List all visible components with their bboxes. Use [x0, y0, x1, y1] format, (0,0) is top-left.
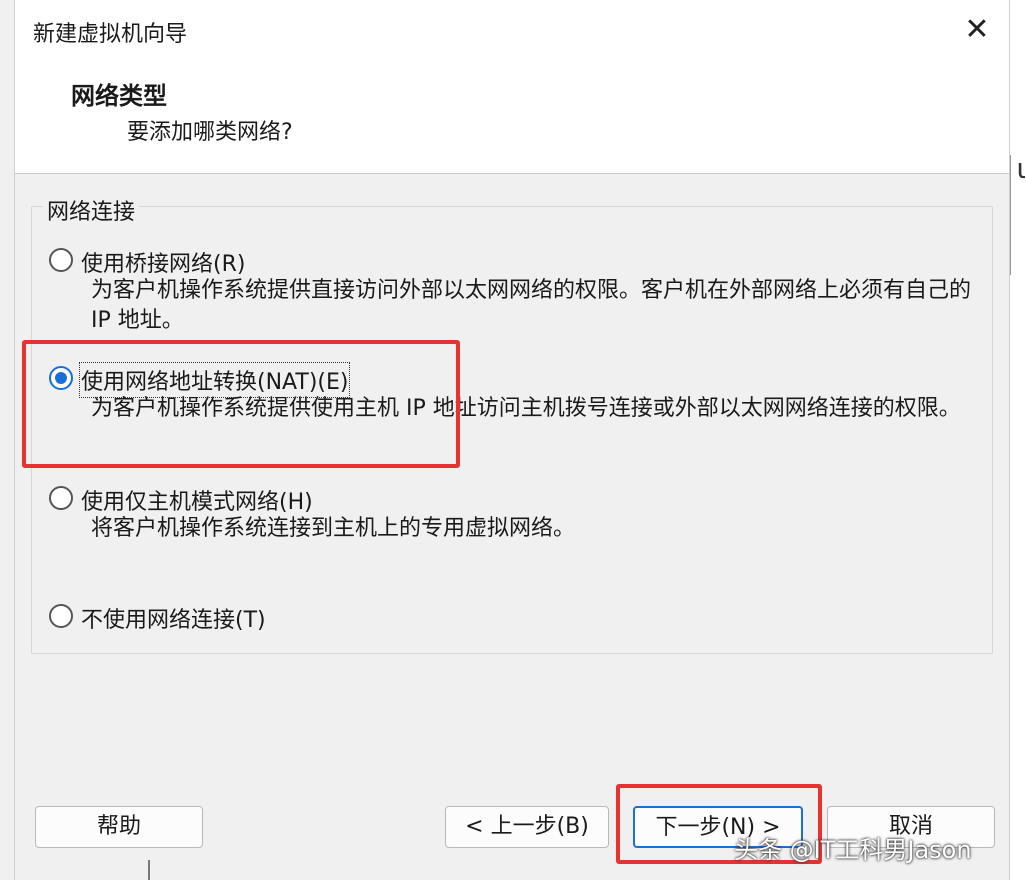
page-title: 网络类型: [71, 82, 167, 110]
back-button[interactable]: < 上一步(B): [445, 806, 609, 848]
window-title: 新建虚拟机向导: [33, 22, 188, 47]
group-label: 网络连接: [43, 194, 140, 226]
radio-nat[interactable]: [49, 366, 73, 390]
help-button[interactable]: 帮助: [35, 806, 203, 848]
option-bridged-label[interactable]: 使用桥接网络(R): [81, 246, 245, 278]
background-divider: [148, 860, 150, 880]
page-subtitle: 要添加哪类网络?: [127, 120, 293, 145]
radio-host-only[interactable]: [49, 486, 73, 510]
radio-no-network[interactable]: [49, 604, 73, 628]
option-nat-label[interactable]: 使用网络地址转换(NAT)(E): [78, 362, 351, 398]
option-bridged-desc: 为客户机操作系统提供直接访问外部以太网网络的权限。客户机在外部网络上必须有自己的…: [91, 278, 972, 333]
option-no-network-label[interactable]: 不使用网络连接(T): [81, 602, 266, 634]
background-glyph: ι: [1016, 152, 1026, 185]
wizard-window: 新建虚拟机向导 ✕ 网络类型 要添加哪类网络? 网络连接 使用桥接网络(R) 为…: [14, 0, 1010, 880]
close-icon[interactable]: ✕: [957, 10, 997, 50]
option-nat-desc: 为客户机操作系统提供使用主机 IP 地址访问主机拨号连接或外部以太网网络连接的权…: [91, 396, 961, 421]
background-window-strip: ι: [1010, 0, 1026, 880]
option-host-only-label[interactable]: 使用仅主机模式网络(H): [81, 484, 313, 516]
radio-bridged[interactable]: [49, 248, 73, 272]
option-host-only-desc: 将客户机操作系统连接到主机上的专用虚拟网络。: [91, 516, 576, 541]
watermark: 头条 @IT工科男Jason: [734, 836, 972, 864]
wizard-header: 新建虚拟机向导 ✕ 网络类型 要添加哪类网络?: [15, 0, 1009, 174]
